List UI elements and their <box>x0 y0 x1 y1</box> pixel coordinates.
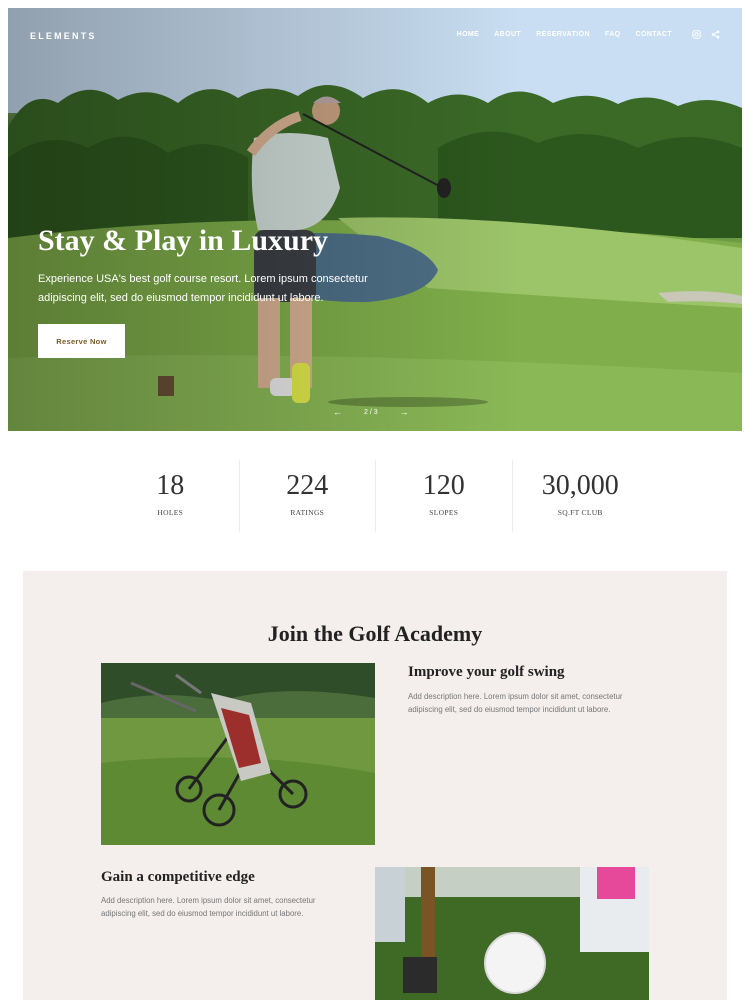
feature-heading: Improve your golf swing <box>408 664 565 680</box>
arrow-right-icon[interactable]: → <box>400 407 409 417</box>
nav-about[interactable]: ABOUT <box>494 31 521 38</box>
main-menu: HOME ABOUT RESERVATION FAQ CONTACT <box>457 31 672 38</box>
feature-description: Add description here. Lorem ipsum dolor … <box>101 896 316 918</box>
stat-label: RATINGS <box>290 508 325 517</box>
social-links <box>692 30 720 41</box>
stat-slopes: 120 SLOPES <box>375 460 512 532</box>
site-logo[interactable]: ELEMENTS <box>30 31 97 41</box>
share-icon[interactable] <box>711 30 720 41</box>
slide-position: 2 / 3 <box>364 408 378 416</box>
golf-bag-image <box>101 663 375 845</box>
hero-overlay <box>8 8 742 431</box>
stat-club-size: 30,000 SQ.FT CLUB <box>511 460 649 532</box>
stat-label: SQ.FT CLUB <box>557 508 603 517</box>
reserve-now-button[interactable]: Reserve Now <box>38 324 125 358</box>
golf-academy-section: Join the Golf Academy Improve your golf … <box>23 571 727 1000</box>
hero-title: Stay & Play in Luxury <box>38 224 329 257</box>
stat-value: 18 <box>156 470 185 501</box>
feature-description: Add description here. Lorem ipsum dolor … <box>408 692 623 714</box>
stats-section: 18 HOLES 224 RATINGS 120 SLOPES 30,000 S… <box>102 460 648 532</box>
golf-ball-putter-image <box>375 867 649 1000</box>
stat-value: 224 <box>286 470 329 501</box>
stat-ratings: 224 RATINGS <box>238 460 376 532</box>
feature-heading: Gain a competitive edge <box>101 869 255 885</box>
section-title: Join the Golf Academy <box>267 621 483 646</box>
hero-subtitle: Experience USA's best golf course resort… <box>38 273 368 304</box>
top-navigation: ELEMENTS HOME ABOUT RESERVATION FAQ CONT… <box>8 8 742 64</box>
nav-reservation[interactable]: RESERVATION <box>536 31 590 38</box>
stat-label: SLOPES <box>429 508 459 517</box>
arrow-left-icon[interactable]: ← <box>333 407 342 417</box>
instagram-icon[interactable] <box>692 30 701 41</box>
stat-holes: 18 HOLES <box>102 460 239 532</box>
nav-faq[interactable]: FAQ <box>605 31 621 38</box>
nav-contact[interactable]: CONTACT <box>636 31 673 38</box>
stat-label: HOLES <box>157 508 184 517</box>
slider-pager: ← 2 / 3 → <box>333 407 409 417</box>
nav-home[interactable]: HOME <box>457 31 480 38</box>
stat-value: 30,000 <box>541 470 619 501</box>
stat-value: 120 <box>422 470 465 501</box>
hero-section: ELEMENTS HOME ABOUT RESERVATION FAQ CONT… <box>8 8 742 431</box>
